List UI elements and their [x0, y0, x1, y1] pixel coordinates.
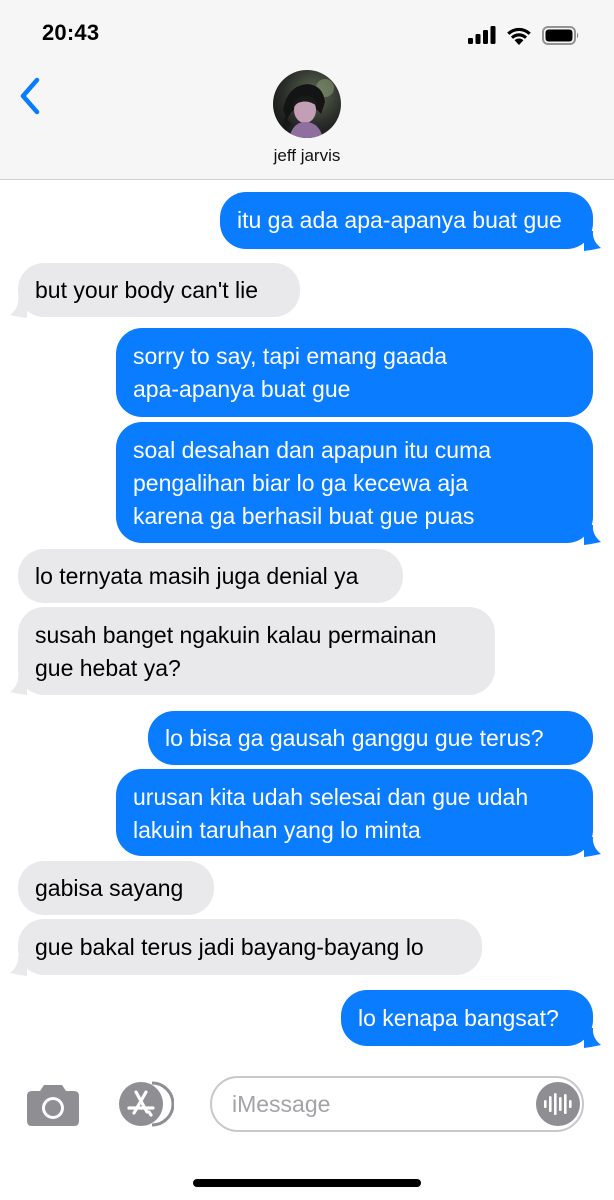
message-text: itu ga ada apa-apanya buat gue	[237, 207, 562, 233]
camera-button[interactable]	[26, 1083, 80, 1127]
battery-icon	[542, 25, 579, 45]
message-input-bar	[0, 1055, 614, 1200]
sent-message-bubble[interactable]: itu ga ada apa-apanya buat gue	[220, 192, 593, 249]
sent-message-bubble[interactable]: soal desahan dan apapun itu cuma pengali…	[116, 422, 593, 543]
message-text: susah banget ngakuin kalau permainan gue…	[35, 622, 437, 681]
status-time: 20:43	[42, 20, 100, 45]
contact-photo	[273, 70, 341, 138]
message-thread[interactable]: itu ga ada apa-apanya buat gue but your …	[0, 180, 614, 1055]
sent-message-bubble[interactable]: sorry to say, tapi emang gaada apa-apany…	[116, 328, 593, 417]
sent-message-bubble[interactable]: lo kenapa bangsat?	[341, 990, 593, 1046]
message-text: sorry to say, tapi emang gaada apa-apany…	[133, 343, 448, 402]
message-text: lo ternyata masih juga denial ya	[35, 562, 359, 589]
message-text: urusan kita udah selesai dan gue udah la…	[133, 784, 529, 843]
message-text: soal desahan dan apapun itu cuma pengali…	[133, 437, 492, 529]
received-bubble-tail	[10, 298, 27, 318]
message-text: but your body can't lie	[35, 276, 259, 303]
back-button[interactable]	[10, 72, 50, 120]
message-text: gabisa sayang	[35, 874, 184, 901]
status-icons	[468, 22, 580, 48]
app-store-button[interactable]	[116, 1079, 175, 1129]
contact-avatar[interactable]	[273, 70, 341, 138]
contact-name[interactable]: jeff jarvis	[0, 146, 614, 166]
wifi-icon	[507, 27, 531, 45]
received-message-bubble[interactable]: gue bakal terus jadi bayang-bayang lo	[18, 919, 482, 975]
app-store-icon	[119, 1081, 175, 1127]
cellular-signal-icon	[468, 26, 496, 44]
home-indicator	[193, 1179, 421, 1187]
message-text: lo bisa ga gausah ganggu gue terus?	[165, 724, 544, 751]
received-bubble-tail	[10, 956, 27, 976]
sent-message-bubble[interactable]: urusan kita udah selesai dan gue udah la…	[116, 769, 593, 856]
message-text: gue bakal terus jadi bayang-bayang lo	[35, 933, 424, 960]
message-text: lo kenapa bangsat?	[358, 1004, 559, 1031]
chevron-left-icon	[20, 77, 40, 115]
sent-bubble-tail	[584, 1028, 601, 1048]
audio-message-button[interactable]	[536, 1082, 580, 1126]
sent-message-bubble[interactable]: lo bisa ga gausah ganggu gue terus?	[148, 711, 593, 765]
audio-waveform-icon	[544, 1093, 572, 1115]
received-message-bubble[interactable]: susah banget ngakuin kalau permainan gue…	[18, 607, 495, 695]
received-bubble-tail	[10, 675, 27, 695]
sent-bubble-tail	[584, 525, 601, 545]
sent-bubble-tail	[584, 231, 601, 251]
camera-icon	[27, 1085, 79, 1126]
sent-bubble-tail	[584, 837, 601, 857]
received-message-bubble[interactable]: gabisa sayang	[18, 861, 214, 915]
received-message-bubble[interactable]: but your body can't lie	[18, 263, 300, 317]
conversation-header: 20:43 jeff jarvis	[0, 0, 614, 180]
message-input[interactable]	[210, 1076, 584, 1132]
received-message-bubble[interactable]: lo ternyata masih juga denial ya	[18, 549, 403, 603]
